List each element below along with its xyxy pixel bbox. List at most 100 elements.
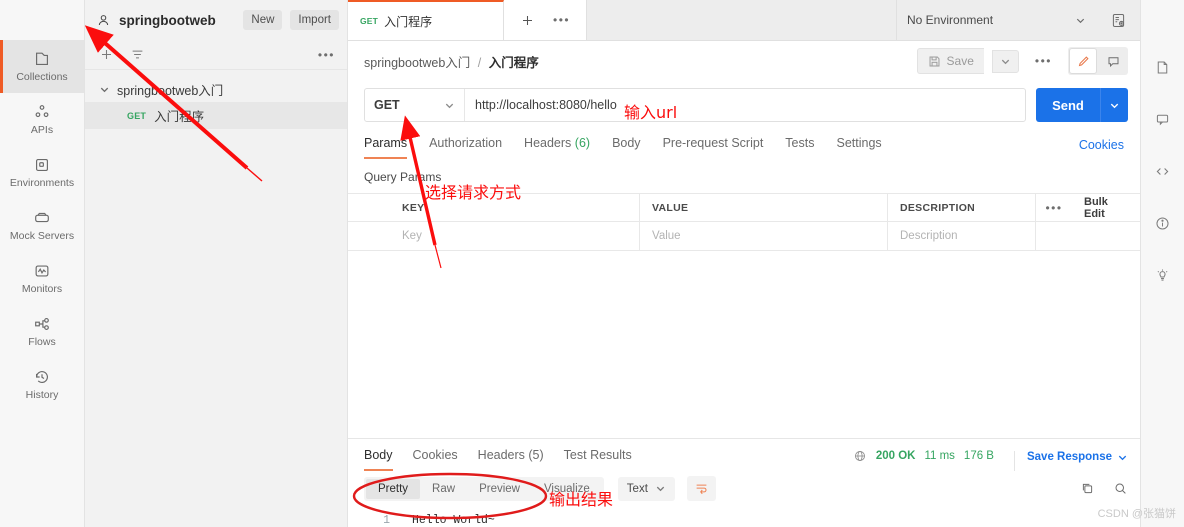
import-button[interactable]: Import <box>290 10 339 30</box>
response-status-code: 200 OK <box>875 450 916 462</box>
response-time: 11 ms <box>924 450 955 462</box>
sidebar-item-apis[interactable]: APIs <box>0 93 84 146</box>
chevron-down-icon <box>1001 59 1010 64</box>
view-mode-raw[interactable]: Raw <box>420 479 467 499</box>
sidebar-item-mock-servers[interactable]: Mock Servers <box>0 199 84 252</box>
response-format-label: Text <box>626 482 648 495</box>
response-tab-body[interactable]: Body <box>364 448 393 471</box>
tab-method-tag: GET <box>360 16 379 26</box>
breadcrumb-row: springbootweb入门 / 入门程序 Save ••• <box>348 41 1140 81</box>
send-options-button[interactable] <box>1100 88 1128 122</box>
tabstrip-filler <box>587 0 896 40</box>
comment-icon <box>1156 114 1169 125</box>
tab-params[interactable]: Params <box>364 136 408 159</box>
collections-more-icon[interactable]: ••• <box>318 49 335 61</box>
word-wrap-button[interactable] <box>686 476 716 501</box>
code-button[interactable] <box>1141 145 1184 197</box>
tab-authorization[interactable]: Authorization <box>429 136 502 159</box>
sidebar-item-flows[interactable]: Flows <box>0 305 84 358</box>
response-tab-headers[interactable]: Headers (5) <box>478 448 544 471</box>
collection-folder-springbootweb[interactable]: springbootweb入门 <box>85 76 347 102</box>
row-key-input[interactable]: Key <box>390 222 640 250</box>
save-button[interactable]: Save <box>916 48 984 74</box>
header-description: DESCRIPTION <box>888 194 1036 221</box>
url-input[interactable]: http://localhost:8080/hello <box>465 89 1025 121</box>
tab-body[interactable]: Body <box>612 136 641 159</box>
http-method-select[interactable]: GET <box>365 89 465 121</box>
tab-actions: ••• <box>504 0 588 40</box>
workspace-header: springbootweb New Import <box>85 0 347 40</box>
user-icon <box>98 14 109 25</box>
plus-icon[interactable] <box>99 47 114 62</box>
response-tab-cookies[interactable]: Cookies <box>413 448 458 471</box>
row-description-input[interactable]: Description <box>888 222 1036 250</box>
tab-more-icon[interactable]: ••• <box>553 14 570 26</box>
table-more-icon[interactable]: ••• <box>1036 194 1072 221</box>
sidebar-item-environments[interactable]: Environments <box>0 146 84 199</box>
documentation-button[interactable] <box>1141 41 1184 93</box>
tab-headers-label: Headers <box>524 136 572 150</box>
edit-request-button[interactable] <box>1069 48 1097 74</box>
header-checkbox-cell <box>348 194 390 221</box>
view-mode-preview[interactable]: Preview <box>467 479 532 499</box>
save-response-label: Save Response <box>1026 451 1112 463</box>
tab-tests[interactable]: Tests <box>785 136 814 159</box>
sidebar-item-monitors[interactable]: Monitors <box>0 252 84 305</box>
collection-folder-label: springbootweb入门 <box>117 83 224 98</box>
row-value-input[interactable]: Value <box>640 222 888 250</box>
collection-request-item[interactable]: GET 入门程序 <box>85 102 347 129</box>
tab-pre-request-script-label: Pre-request Script <box>662 136 764 150</box>
response-tab-test-results[interactable]: Test Results <box>564 448 632 471</box>
request-more-icon[interactable]: ••• <box>1027 55 1060 67</box>
breadcrumb: springbootweb入门 / 入门程序 <box>364 52 539 71</box>
response-format-bar: Pretty Raw Preview Visualize Text <box>348 471 1140 506</box>
send-button[interactable]: Send <box>1036 88 1100 122</box>
tab-authorization-label: Authorization <box>429 136 503 150</box>
annotation-method-label: 选择请求方式 <box>425 183 522 202</box>
cookies-link[interactable]: Cookies <box>1079 138 1124 159</box>
row-checkbox-cell[interactable] <box>348 222 390 250</box>
search-icon[interactable] <box>1113 481 1128 496</box>
comments-button[interactable] <box>1141 93 1184 145</box>
tips-button[interactable] <box>1141 249 1184 301</box>
info-button[interactable] <box>1141 197 1184 249</box>
filter-icon[interactable] <box>130 47 145 62</box>
view-mode-pretty[interactable]: Pretty <box>366 478 421 499</box>
environment-quick-look-button[interactable] <box>1096 0 1140 40</box>
save-response-button[interactable]: Save Response <box>1013 451 1128 471</box>
environment-selector[interactable]: No Environment <box>896 0 1096 40</box>
sidebar-item-collections[interactable]: Collections <box>0 40 84 93</box>
collection-request-label: 入门程序 <box>154 110 205 124</box>
tab-pre-request-script[interactable]: Pre-request Script <box>663 136 764 159</box>
chevron-down-icon <box>1076 18 1085 23</box>
tab-body-label: Body <box>612 136 641 150</box>
tab-params-label: Params <box>364 136 408 150</box>
response-format-select[interactable]: Text <box>617 476 675 501</box>
tab-headers[interactable]: Headers (6) <box>524 136 590 159</box>
request-method-tag: GET <box>127 110 147 121</box>
new-tab-plus-icon[interactable] <box>520 13 535 28</box>
save-disk-icon <box>929 56 939 66</box>
sidebar-item-history[interactable]: History <box>0 358 84 411</box>
watermark: CSDN @张猫饼 <box>1097 508 1176 520</box>
sidebar-item-monitors-label: Monitors <box>21 282 63 295</box>
send-button-group: Send <box>1036 88 1128 122</box>
view-toggle-group <box>1068 47 1128 75</box>
chevron-down-icon <box>1110 103 1119 108</box>
open-tab-entry[interactable]: GET 入门程序 <box>348 0 504 40</box>
http-method-label: GET <box>374 98 400 112</box>
comment-request-button[interactable] <box>1099 48 1127 74</box>
bulk-edit-button[interactable]: Bulk Edit <box>1072 194 1140 221</box>
new-button[interactable]: New <box>243 10 283 30</box>
tab-settings[interactable]: Settings <box>836 136 881 159</box>
workspace-name: springbootweb <box>119 12 216 28</box>
save-options-button[interactable] <box>991 49 1019 73</box>
right-nav-rail <box>1140 0 1184 527</box>
breadcrumb-current: 入门程序 <box>488 55 539 70</box>
chevron-down-icon <box>1118 455 1127 460</box>
request-tab-strip: GET 入门程序 ••• No Environment <box>348 0 1140 41</box>
breadcrumb-collection[interactable]: springbootweb入门 <box>364 56 470 70</box>
collections-icon <box>36 52 48 65</box>
copy-icon[interactable] <box>1080 481 1095 496</box>
flows-icon <box>35 317 49 330</box>
